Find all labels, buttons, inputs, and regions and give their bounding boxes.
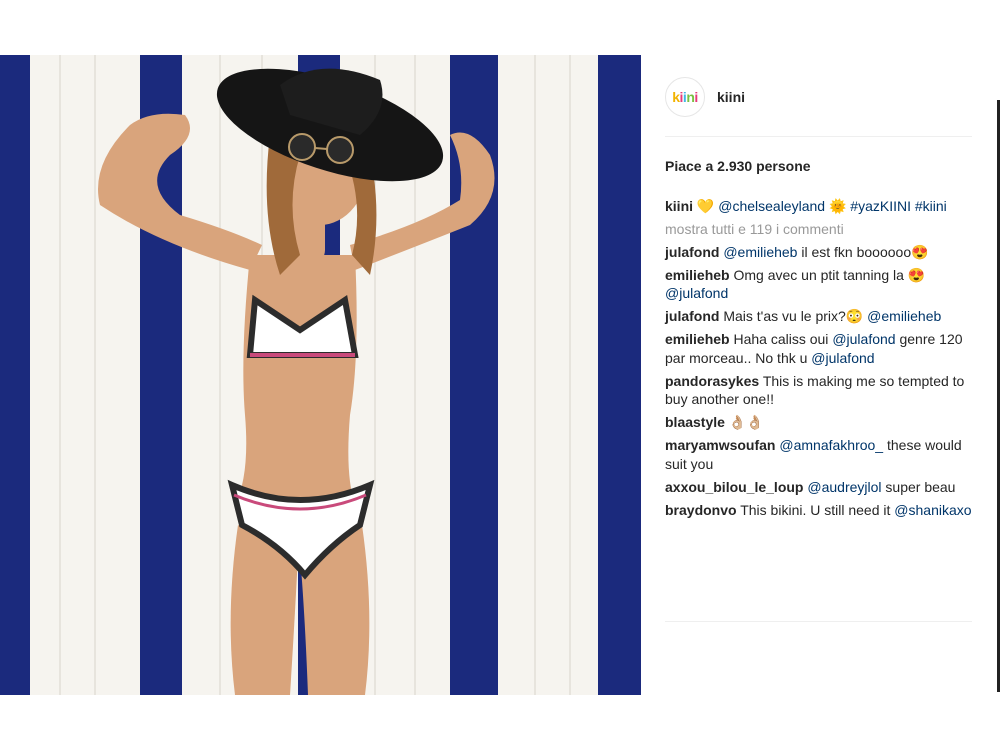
comment: maryamwsoufan @amnafakhroo_ these would … xyxy=(665,436,985,473)
caption: kiini 💛 @chelsealeyland 🌞 #yazKIINI #kii… xyxy=(665,197,985,216)
comment: pandorasykes This is making me so tempte… xyxy=(665,372,985,409)
likes-count[interactable]: Piace a 2.930 persone xyxy=(665,158,811,174)
comment: julafond @emilieheb il est fkn boooooo😍 xyxy=(665,243,985,262)
caption-hashtag[interactable]: #yazKIINI xyxy=(850,198,911,214)
comment-mention[interactable]: @julafond xyxy=(832,331,895,347)
comment-text: Haha caliss oui xyxy=(733,331,833,347)
comment-text: il est fkn boooooo xyxy=(797,243,912,260)
sun-icon: 🌞 xyxy=(828,198,847,214)
comment-user[interactable]: maryamwsoufan xyxy=(665,437,775,453)
account-name[interactable]: kiini xyxy=(717,89,745,105)
comment: braydonvo This bikini. U still need it @… xyxy=(665,501,985,520)
yellow-heart-icon: 💛 xyxy=(696,198,715,214)
comment-user[interactable]: axxou_bilou_le_loup xyxy=(665,479,803,495)
post-header: kiini kiini xyxy=(665,77,745,117)
heart-eyes-icon: 😍 xyxy=(907,266,926,283)
avatar-logo: kiini xyxy=(672,89,698,105)
comment: axxou_bilou_le_loup @audreyjlol super be… xyxy=(665,478,985,497)
photo-image xyxy=(0,55,641,695)
comment: emilieheb Omg avec un ptit tanning la 😍 … xyxy=(665,266,985,303)
post-side-panel: kiini kiini Piace a 2.930 persone kiini … xyxy=(641,55,1000,695)
divider xyxy=(665,136,972,137)
caption-user[interactable]: kiini xyxy=(665,198,693,214)
comments-list: kiini 💛 @chelsealeyland 🌞 #yazKIINI #kii… xyxy=(665,197,985,524)
comment-user[interactable]: emilieheb xyxy=(665,331,730,347)
post-photo[interactable] xyxy=(0,55,641,695)
comment: blaastyle 👌🏼👌🏼 xyxy=(665,413,985,432)
caption-mention[interactable]: @chelsealeyland xyxy=(718,198,825,214)
comment: emilieheb Haha caliss oui @julafond genr… xyxy=(665,330,985,367)
comment-mention[interactable]: @julafond xyxy=(811,350,874,366)
comment-user[interactable]: pandorasykes xyxy=(665,373,759,389)
comment: julafond Mais t'as vu le prix?😳 @emilieh… xyxy=(665,307,985,326)
heart-eyes-icon: 😍 xyxy=(911,243,929,260)
caption-hashtag[interactable]: #kiini xyxy=(915,198,947,214)
comment-user[interactable]: braydonvo xyxy=(665,502,737,518)
comment-mention[interactable]: @amnafakhroo_ xyxy=(779,437,883,453)
avatar[interactable]: kiini xyxy=(665,77,705,117)
divider xyxy=(665,621,972,622)
comment-user[interactable]: julafond xyxy=(665,244,719,260)
comment-text: Mais t'as vu le prix? xyxy=(723,308,846,324)
comment-text: This bikini. U still need it xyxy=(740,501,895,518)
view-all-comments-link[interactable]: mostra tutti e 119 i commenti xyxy=(665,220,985,239)
comment-user[interactable]: emilieheb xyxy=(665,267,730,283)
comment-mention[interactable]: @emilieheb xyxy=(867,308,941,324)
comment-mention[interactable]: @julafond xyxy=(665,285,728,301)
flushed-face-icon: 😳 xyxy=(845,308,864,324)
comment-text: super beau xyxy=(881,478,956,495)
comment-text: Omg avec un ptit tanning la xyxy=(733,266,908,283)
comment-mention[interactable]: @audreyjlol xyxy=(807,479,881,495)
comment-user[interactable]: julafond xyxy=(665,308,719,324)
ok-hand-icon: 👌🏼👌🏼 xyxy=(728,414,764,430)
comment-mention[interactable]: @emilieheb xyxy=(723,244,797,260)
comment-user[interactable]: blaastyle xyxy=(665,414,725,430)
comment-mention[interactable]: @shanikaxo xyxy=(894,502,971,518)
